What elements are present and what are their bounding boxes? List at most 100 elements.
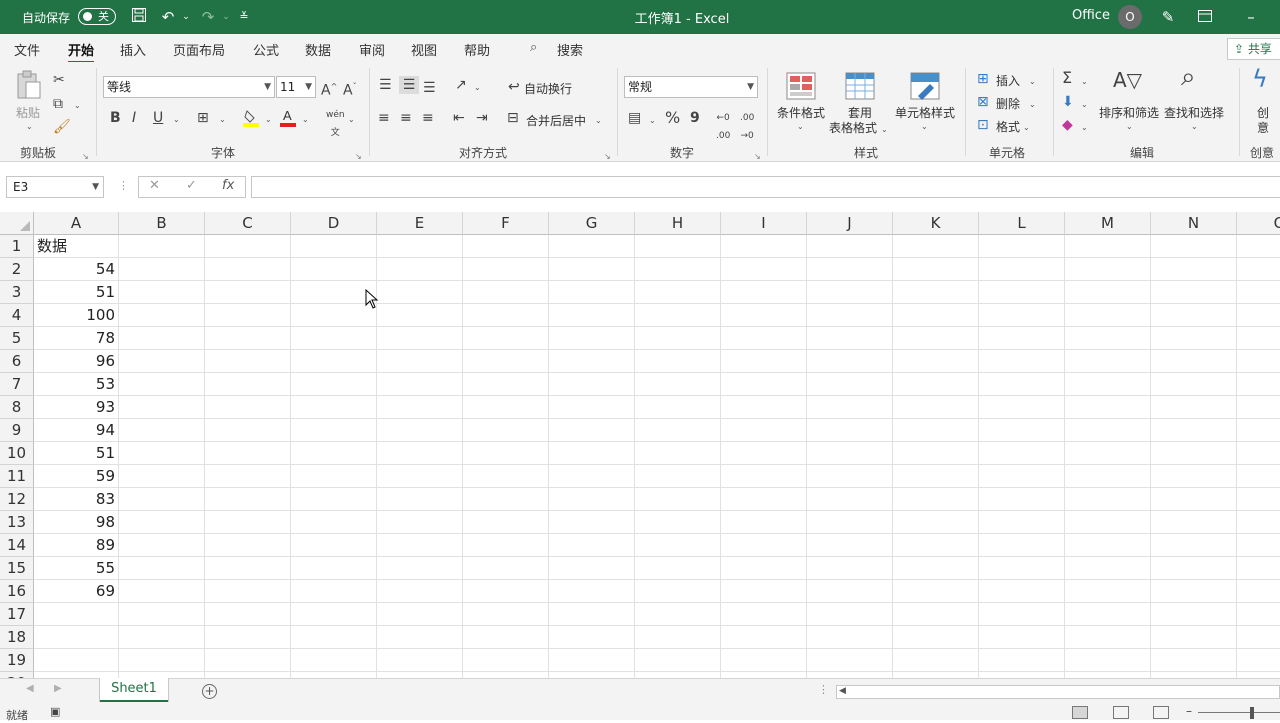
search-label[interactable]: 搜索 xyxy=(557,40,583,59)
cell-a3[interactable]: 51 xyxy=(34,281,119,304)
cell-i10[interactable] xyxy=(721,442,807,465)
cell-b11[interactable] xyxy=(119,465,205,488)
cell-h3[interactable] xyxy=(635,281,721,304)
percent-button[interactable]: % xyxy=(665,109,680,127)
cell-a15[interactable]: 55 xyxy=(34,557,119,580)
cell-c3[interactable] xyxy=(205,281,291,304)
font-color-icon[interactable]: A xyxy=(280,108,296,127)
cell-o8[interactable] xyxy=(1237,396,1280,419)
fill-icon[interactable]: ⬇ xyxy=(1062,93,1074,111)
cell-f17[interactable] xyxy=(463,603,549,626)
cell-f8[interactable] xyxy=(463,396,549,419)
cell-n13[interactable] xyxy=(1151,511,1237,534)
cell-d2[interactable] xyxy=(291,258,377,281)
cell-k11[interactable] xyxy=(893,465,979,488)
cell-c13[interactable] xyxy=(205,511,291,534)
cell-l18[interactable] xyxy=(979,626,1065,649)
tab-data[interactable]: 数据 xyxy=(305,40,331,59)
cell-m7[interactable] xyxy=(1065,373,1151,396)
column-header-g[interactable]: G xyxy=(549,212,635,235)
cell-e9[interactable] xyxy=(377,419,463,442)
cell-n10[interactable] xyxy=(1151,442,1237,465)
prev-sheet-icon[interactable]: ◀ xyxy=(26,683,34,694)
cell-l12[interactable] xyxy=(979,488,1065,511)
font-name-combo[interactable]: 等线 ▼ xyxy=(103,76,275,98)
increase-decimal-icon[interactable]: ←0.00 xyxy=(716,109,730,145)
phonetic-icon[interactable]: wén 文 xyxy=(326,106,345,142)
cell-a7[interactable]: 53 xyxy=(34,373,119,396)
cell-f16[interactable] xyxy=(463,580,549,603)
cell-j18[interactable] xyxy=(807,626,893,649)
cell-h15[interactable] xyxy=(635,557,721,580)
cell-a16[interactable]: 69 xyxy=(34,580,119,603)
select-all-button[interactable] xyxy=(0,212,34,235)
cell-a4[interactable]: 100 xyxy=(34,304,119,327)
cell-o14[interactable] xyxy=(1237,534,1280,557)
row-header-10[interactable]: 10 xyxy=(0,442,34,465)
cell-n15[interactable] xyxy=(1151,557,1237,580)
cell-d15[interactable] xyxy=(291,557,377,580)
cell-i19[interactable] xyxy=(721,649,807,672)
cell-b2[interactable] xyxy=(119,258,205,281)
cell-f5[interactable] xyxy=(463,327,549,350)
cell-f11[interactable] xyxy=(463,465,549,488)
cell-e14[interactable] xyxy=(377,534,463,557)
cell-l4[interactable] xyxy=(979,304,1065,327)
cell-g5[interactable] xyxy=(549,327,635,350)
cell-n1[interactable] xyxy=(1151,235,1237,258)
cell-n4[interactable] xyxy=(1151,304,1237,327)
autosum-dropdown-icon[interactable]: ⌄ xyxy=(1081,73,1088,91)
cell-b7[interactable] xyxy=(119,373,205,396)
cell-h9[interactable] xyxy=(635,419,721,442)
cell-h5[interactable] xyxy=(635,327,721,350)
cell-h13[interactable] xyxy=(635,511,721,534)
cell-c12[interactable] xyxy=(205,488,291,511)
page-break-view-icon[interactable] xyxy=(1153,706,1169,719)
cell-b13[interactable] xyxy=(119,511,205,534)
decrease-indent-icon[interactable]: ⇤ xyxy=(453,109,465,127)
cell-l7[interactable] xyxy=(979,373,1065,396)
row-header-9[interactable]: 9 xyxy=(0,419,34,442)
cell-k7[interactable] xyxy=(893,373,979,396)
cell-d10[interactable] xyxy=(291,442,377,465)
align-center-icon[interactable]: ≡ xyxy=(400,109,412,127)
cell-c14[interactable] xyxy=(205,534,291,557)
row-header-17[interactable]: 17 xyxy=(0,603,34,626)
column-header-e[interactable]: E xyxy=(377,212,463,235)
cell-c19[interactable] xyxy=(205,649,291,672)
cell-b15[interactable] xyxy=(119,557,205,580)
cell-b9[interactable] xyxy=(119,419,205,442)
cell-styles-icon[interactable] xyxy=(910,72,940,100)
insert-cells-button[interactable]: 插入 xyxy=(996,72,1020,89)
ribbon-display-icon[interactable] xyxy=(1195,7,1215,27)
cell-n16[interactable] xyxy=(1151,580,1237,603)
cell-f14[interactable] xyxy=(463,534,549,557)
cell-m15[interactable] xyxy=(1065,557,1151,580)
tab-file[interactable]: 文件 xyxy=(14,40,40,59)
cell-styles-dropdown-icon[interactable]: ⌄ xyxy=(921,118,928,136)
align-top-icon[interactable]: ☰ xyxy=(379,76,392,94)
cell-k18[interactable] xyxy=(893,626,979,649)
cell-m4[interactable] xyxy=(1065,304,1151,327)
wrap-text-button[interactable]: 自动换行 xyxy=(524,80,572,97)
cell-h19[interactable] xyxy=(635,649,721,672)
row-header-4[interactable]: 4 xyxy=(0,304,34,327)
cell-i1[interactable] xyxy=(721,235,807,258)
cell-o16[interactable] xyxy=(1237,580,1280,603)
row-header-16[interactable]: 16 xyxy=(0,580,34,603)
cell-k6[interactable] xyxy=(893,350,979,373)
cell-n6[interactable] xyxy=(1151,350,1237,373)
font-launcher-icon[interactable]: ↘ xyxy=(355,148,362,166)
cell-c11[interactable] xyxy=(205,465,291,488)
decrease-decimal-icon[interactable]: .00 →0 xyxy=(740,109,754,145)
cell-n8[interactable] xyxy=(1151,396,1237,419)
cell-l8[interactable] xyxy=(979,396,1065,419)
column-header-a[interactable]: A xyxy=(34,212,119,235)
align-right-icon[interactable]: ≡ xyxy=(422,109,434,127)
cell-g19[interactable] xyxy=(549,649,635,672)
cell-k1[interactable] xyxy=(893,235,979,258)
cell-e7[interactable] xyxy=(377,373,463,396)
cell-g18[interactable] xyxy=(549,626,635,649)
cell-c18[interactable] xyxy=(205,626,291,649)
cell-e2[interactable] xyxy=(377,258,463,281)
